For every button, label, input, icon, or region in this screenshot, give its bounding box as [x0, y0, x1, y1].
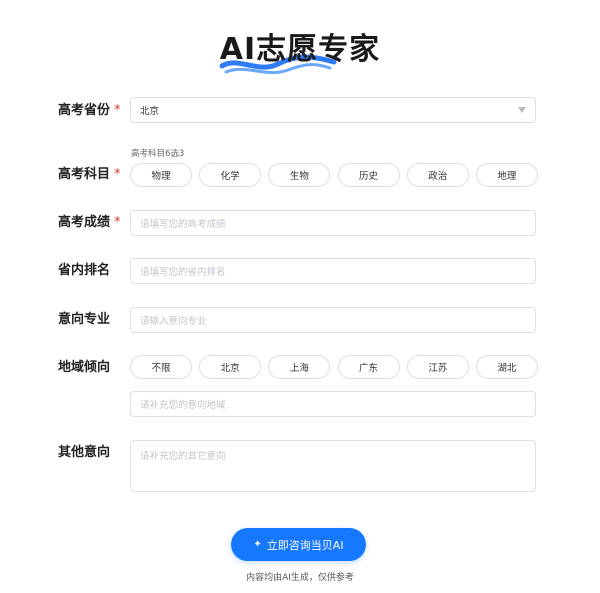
rank-label: 省内排名	[58, 263, 111, 278]
ai-disclaimer: 内容均由AI生成，仅供参考	[246, 573, 354, 583]
subject-chip[interactable]: 生物	[268, 163, 331, 187]
region-chip[interactable]: 广东	[337, 355, 400, 379]
page-title: AI志愿专家	[219, 32, 381, 67]
major-input[interactable]: 请输入意向专业	[130, 307, 536, 333]
dropdown-caret-icon	[518, 107, 526, 113]
region-chip[interactable]: 北京	[199, 355, 262, 379]
score-input[interactable]: 请填写您的高考成绩	[130, 210, 536, 236]
rank-input[interactable]: 请填写您的省内排名	[130, 258, 536, 284]
other-textarea[interactable]: 请补充您的其它意向	[130, 440, 536, 492]
region-chip[interactable]: 湖北	[475, 355, 538, 379]
subject-chip[interactable]: 地理	[475, 163, 538, 187]
header: AI志愿专家	[0, 28, 600, 78]
region-chip[interactable]: 江苏	[406, 355, 469, 379]
other-label: 其他意向	[58, 445, 111, 460]
subject-chip[interactable]: 历史	[337, 163, 400, 187]
subjects-options: 物理 化学 生物 历史 政治 地理	[130, 163, 538, 187]
major-label: 意向专业	[58, 312, 111, 327]
subject-chip[interactable]: 物理	[130, 163, 192, 187]
region-label: 地域倾向	[58, 360, 111, 375]
region-options: 不限 北京 上海 广东 江苏 湖北	[130, 355, 538, 379]
region-chip[interactable]: 上海	[268, 355, 331, 379]
province-select[interactable]: 北京	[130, 97, 536, 123]
score-label: 高考成绩 *	[58, 215, 121, 230]
submit-button[interactable]: ✦ 立即咨询当贝AI	[231, 528, 366, 561]
province-label: 高考省份 *	[58, 103, 121, 118]
subject-chip[interactable]: 政治	[406, 163, 469, 187]
sparkle-icon: ✦	[253, 539, 262, 550]
subject-chip[interactable]: 化学	[199, 163, 262, 187]
region-chip[interactable]: 不限	[130, 355, 192, 379]
subjects-hint: 高考科目6选3	[131, 149, 185, 159]
subjects-label: 高考科目 *	[58, 167, 121, 182]
region-extra-input[interactable]: 请补充您的意向地域	[130, 391, 536, 417]
